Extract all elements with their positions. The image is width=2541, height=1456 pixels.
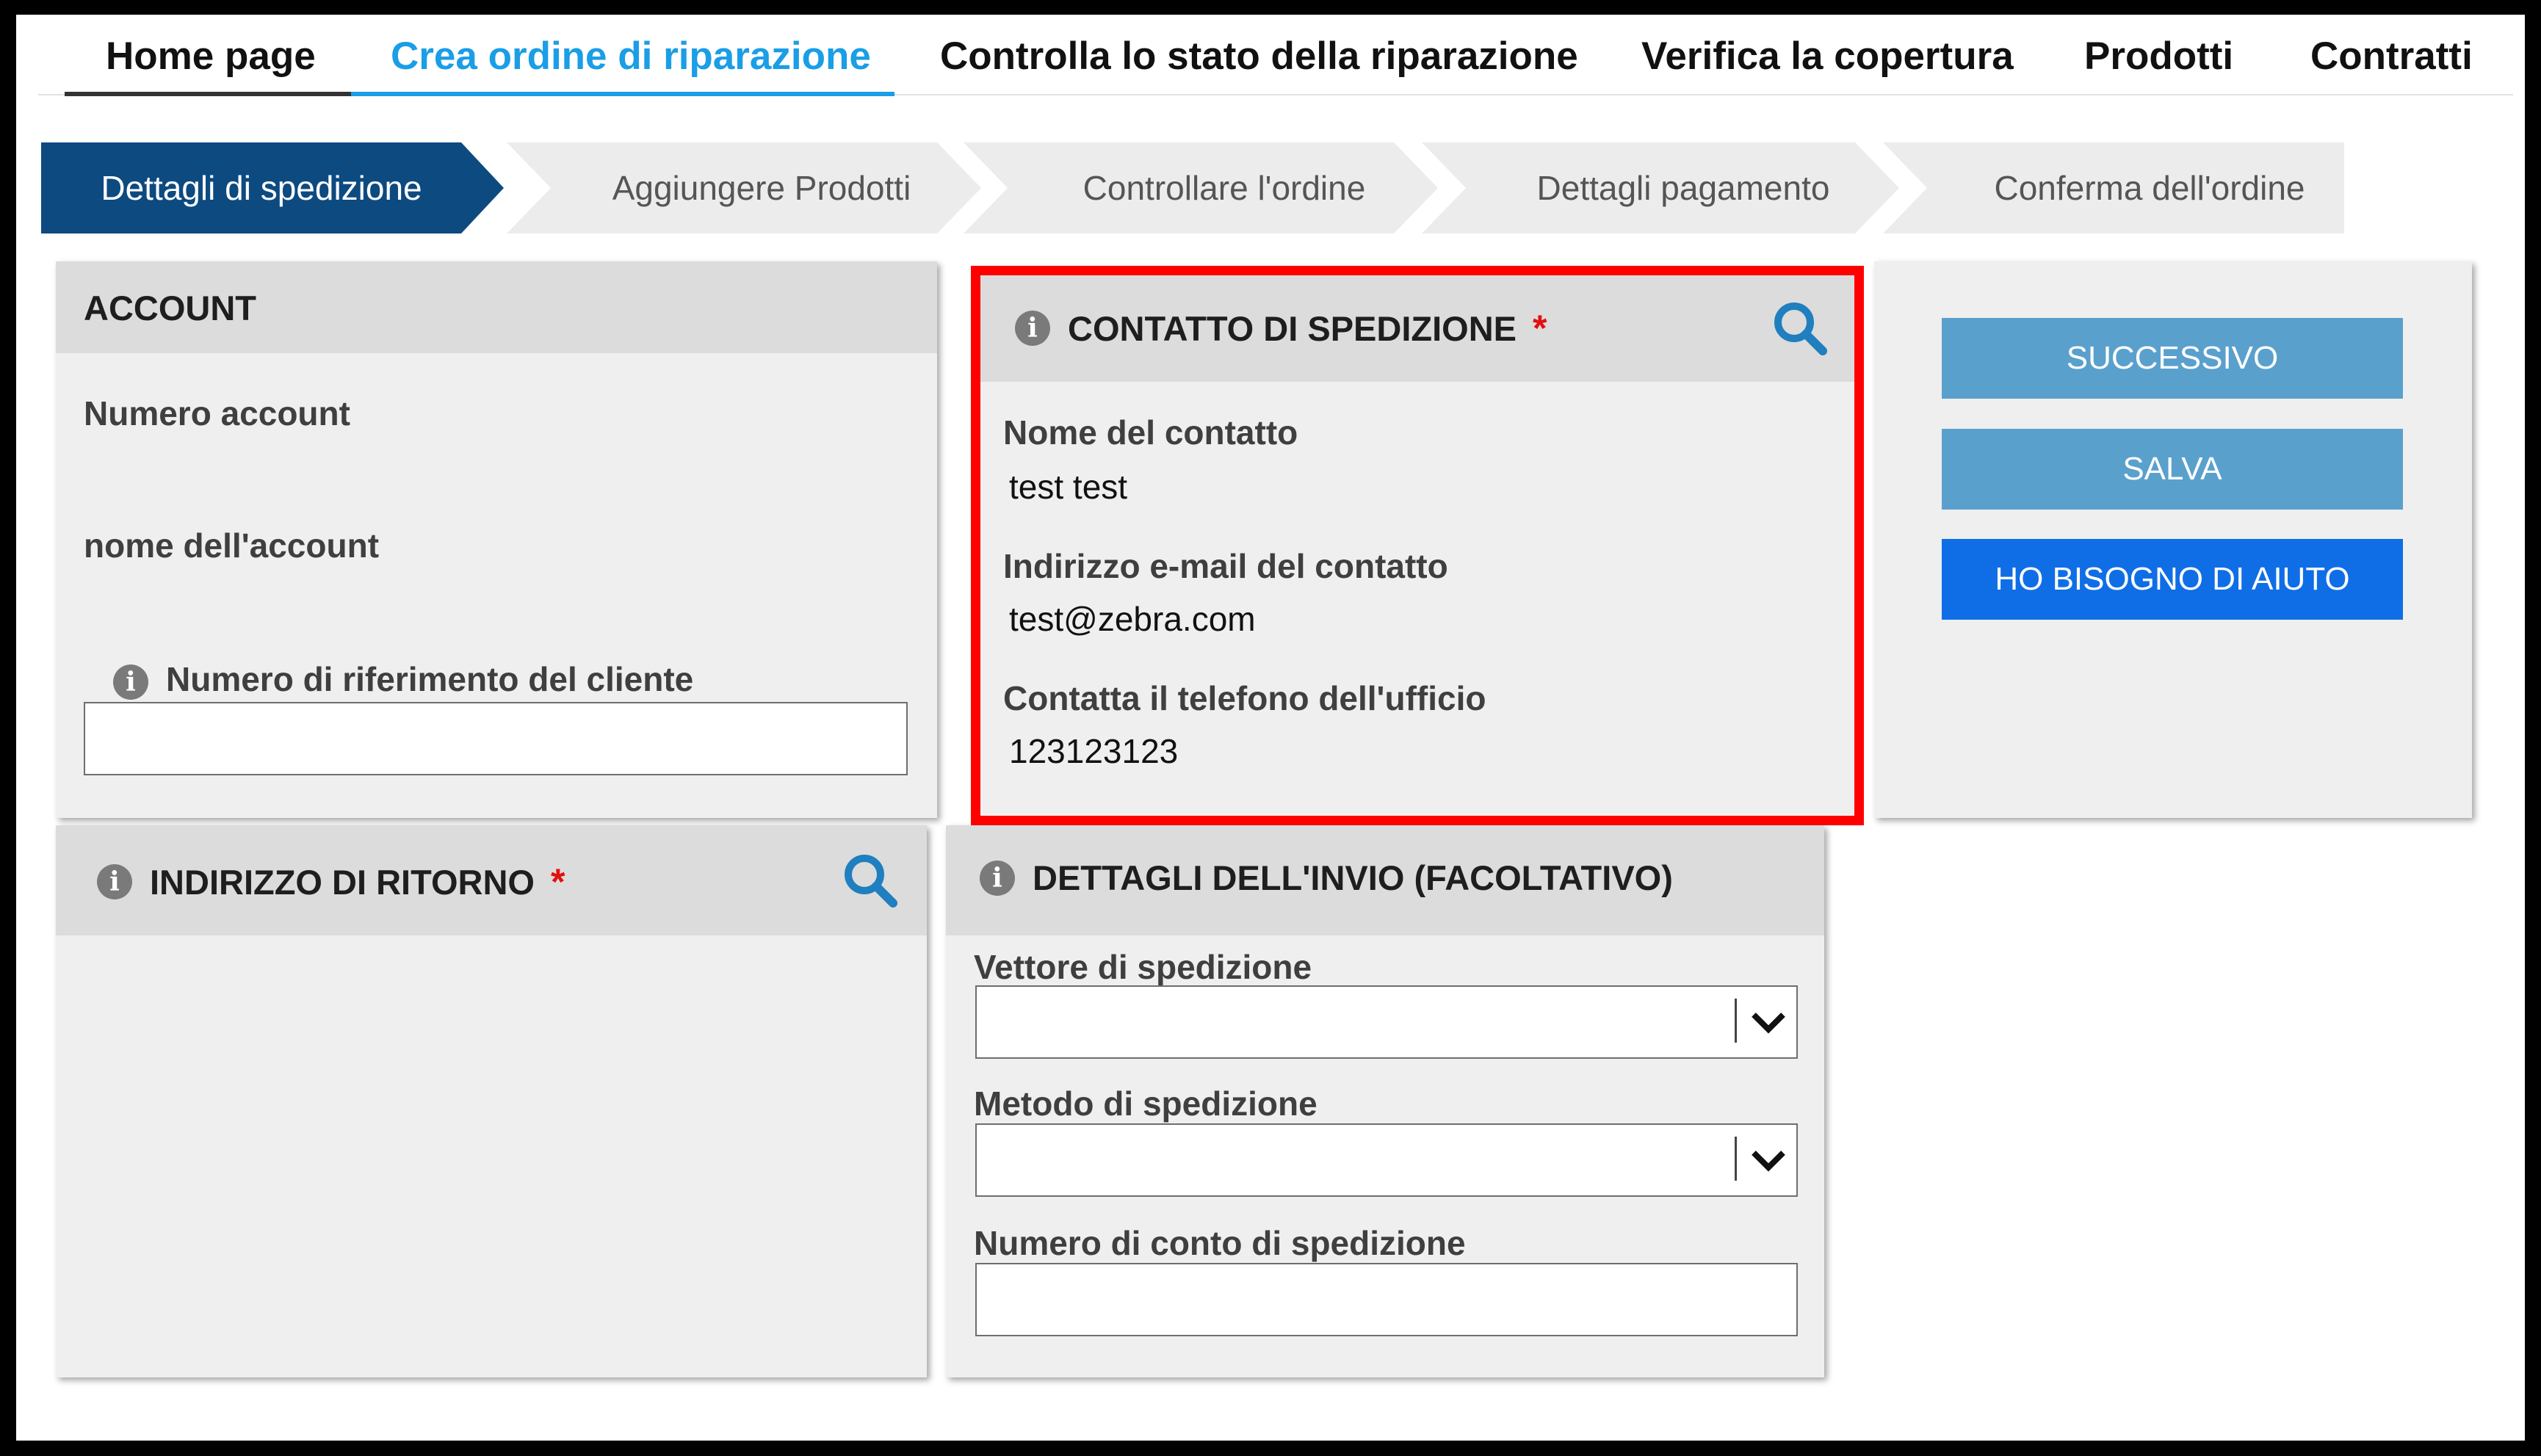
step-review-order[interactable]: Controllare l'ordine: [1008, 142, 1441, 233]
method-select[interactable]: [975, 1123, 1798, 1197]
customer-ref-label: Numero di riferimento del cliente: [166, 660, 694, 698]
select-separator: [1735, 1137, 1737, 1181]
search-icon[interactable]: [1771, 300, 1829, 357]
step-order-confirmation[interactable]: Conferma dell'ordine: [1926, 142, 2374, 233]
nav-create-repair-order[interactable]: Crea ordine di riparazione: [391, 15, 871, 97]
nav-products[interactable]: Prodotti: [2084, 15, 2233, 97]
return-address-title-row: i INDIRIZZO DI RITORNO *: [97, 861, 565, 903]
account-panel: ACCOUNT Numero account nome dell'account…: [56, 261, 937, 818]
method-label: Metodo di spedizione: [974, 1084, 1318, 1123]
shipping-contact-title: CONTATTO DI SPEDIZIONE: [1068, 308, 1517, 348]
contact-phone-label: Contatta il telefono dell'ufficio: [1003, 679, 1486, 717]
nav-home-underline: [65, 92, 364, 96]
contact-phone-value: 123123123: [1009, 732, 1179, 770]
step-shipping-details[interactable]: Dettagli di spedizione: [41, 142, 482, 233]
contact-name-value: test test: [1009, 468, 1128, 506]
step-payment-details[interactable]: Dettagli pagamento: [1463, 142, 1904, 233]
account-number-label: Numero account: [84, 394, 350, 432]
required-marker: *: [550, 861, 565, 902]
shipment-details-panel: i DETTAGLI DELL'INVIO (FACOLTATIVO) Vetto…: [946, 825, 1824, 1377]
customer-ref-label-row: i Numero di riferimento del cliente: [113, 659, 693, 700]
next-button[interactable]: SUCCESSIVO: [1942, 318, 2403, 399]
shipping-account-label: Numero di conto di spedizione: [974, 1224, 1466, 1262]
nav-home[interactable]: Home page: [106, 15, 316, 97]
shipping-contact-header: i CONTATTO DI SPEDIZIONE *: [980, 273, 1855, 382]
return-address-panel: i INDIRIZZO DI RITORNO *: [56, 825, 927, 1377]
customer-ref-input[interactable]: [84, 702, 908, 775]
return-address-header: i INDIRIZZO DI RITORNO *: [56, 825, 927, 935]
app-window: Home page Crea ordine di riparazione Con…: [16, 15, 2525, 1441]
step-add-products[interactable]: Aggiungere Prodotti: [545, 142, 978, 233]
nav-contracts[interactable]: Contratti: [2310, 15, 2473, 97]
account-title: ACCOUNT: [84, 289, 256, 327]
info-icon[interactable]: i: [97, 864, 132, 899]
nav-active-underline: [351, 92, 894, 96]
nav-repair-status[interactable]: Controlla lo stato della riparazione: [940, 15, 1578, 97]
return-address-title: INDIRIZZO DI RITORNO: [150, 862, 535, 902]
account-panel-header: ACCOUNT: [56, 261, 937, 353]
account-name-label: nome dell'account: [84, 526, 380, 565]
shipping-account-input[interactable]: [975, 1263, 1798, 1336]
contact-email-value: test@zebra.com: [1009, 600, 1256, 638]
nav-verify-coverage[interactable]: Verifica la copertura: [1641, 15, 2014, 97]
help-button[interactable]: HO BISOGNO DI AIUTO: [1942, 539, 2403, 620]
search-icon[interactable]: [842, 852, 899, 909]
save-button[interactable]: SALVA: [1942, 429, 2403, 510]
shipping-contact-title-row: i CONTATTO DI SPEDIZIONE *: [1015, 307, 1547, 349]
contact-name-label: Nome del contatto: [1003, 413, 1298, 452]
shipment-details-title-row: i DETTAGLI DELL'INVIO (FACOLTATIVO): [980, 858, 1673, 898]
shipping-contact-panel: i CONTATTO DI SPEDIZIONE * Nome del contat…: [980, 273, 1855, 816]
chevron-down-icon[interactable]: [1749, 1141, 1788, 1179]
chevron-down-icon[interactable]: [1749, 1003, 1788, 1041]
required-marker: *: [1533, 308, 1547, 349]
select-separator: [1735, 999, 1737, 1043]
info-icon[interactable]: i: [980, 860, 1015, 896]
info-icon[interactable]: i: [1015, 311, 1050, 346]
carrier-select[interactable]: [975, 985, 1798, 1059]
shipment-details-title: DETTAGLI DELL'INVIO (FACOLTATIVO): [1033, 858, 1673, 897]
shipment-details-header: i DETTAGLI DELL'INVIO (FACOLTATIVO): [946, 825, 1824, 935]
contact-email-label: Indirizzo e-mail del contatto: [1003, 547, 1448, 585]
info-icon[interactable]: i: [113, 664, 148, 700]
carrier-label: Vettore di spedizione: [974, 948, 1312, 986]
